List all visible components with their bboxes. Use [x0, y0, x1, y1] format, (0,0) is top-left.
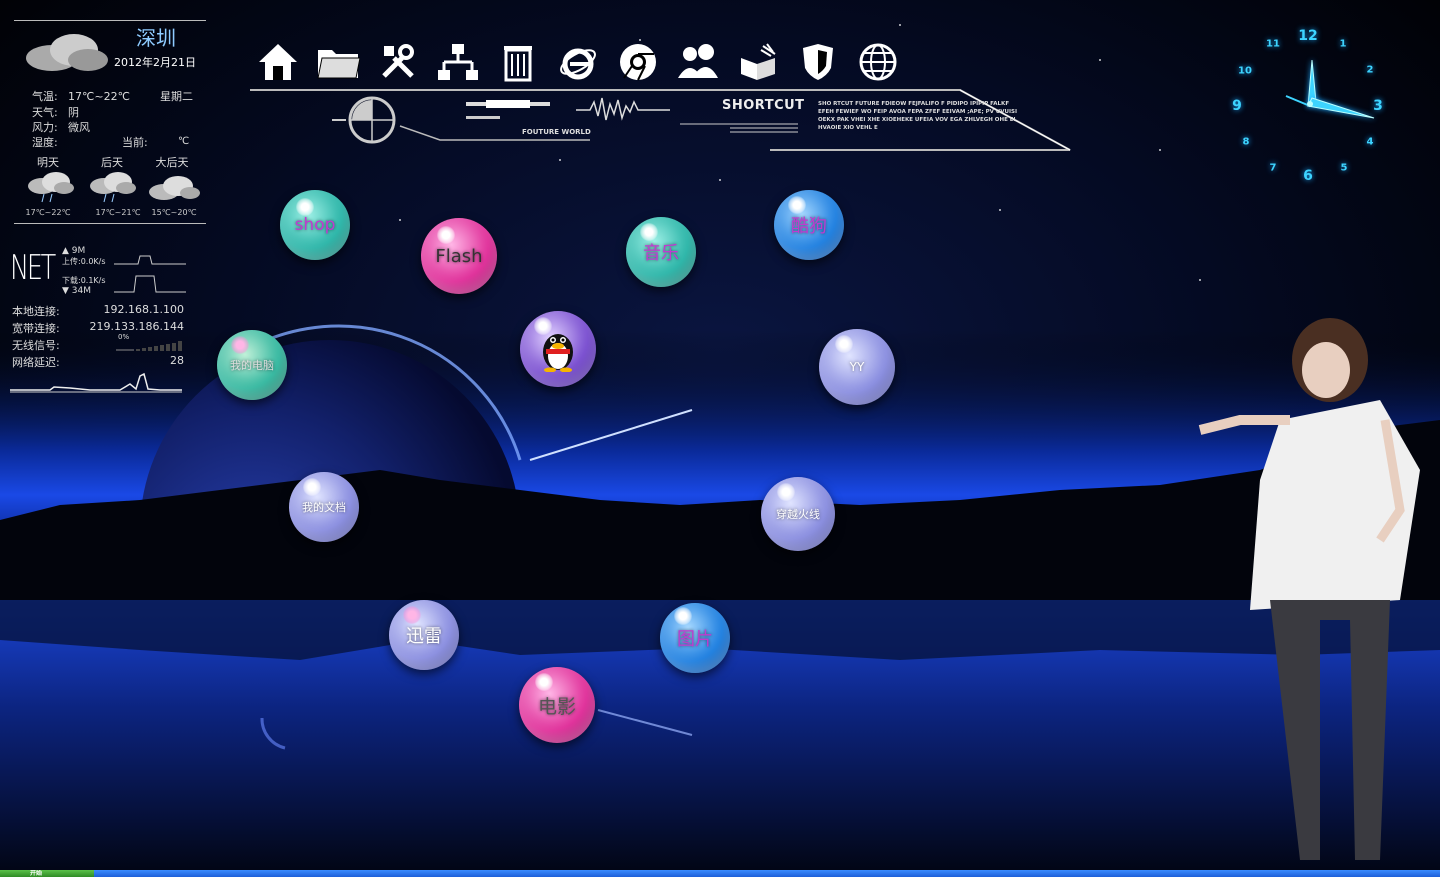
divider — [14, 223, 206, 224]
wireless-label: 无线信号: — [12, 339, 60, 352]
cloud-icon — [26, 34, 108, 71]
bubble-label: 迅雷 — [406, 626, 442, 647]
wireless-value: 0% — [118, 333, 130, 341]
folder-icon[interactable] — [316, 40, 360, 84]
download-speed: 下载:0.1K/s — [62, 276, 106, 285]
signal-bars — [116, 341, 182, 351]
weekday: 星期二 — [160, 90, 193, 103]
weather-widget: 深圳 2012年2月21日 气温: 17℃~22℃ 星期二 天气: 阴 风力: 微风 … — [14, 18, 206, 226]
forecast-temp: 17℃~22℃ — [25, 208, 71, 217]
shield-icon[interactable] — [796, 40, 840, 84]
weather-value: 阴 — [68, 106, 79, 119]
bubble-label: 酷狗 — [791, 216, 827, 237]
bubble-label: 电影 — [537, 695, 576, 718]
shortcut-label: SHORTCUT — [722, 98, 805, 113]
net-row: 网络延迟: 28 — [12, 354, 184, 370]
current-label: 当前: — [122, 136, 148, 149]
bubble-pictures[interactable]: 图片 — [660, 603, 730, 673]
net-row: 本地连接: 192.168.1.100 — [12, 303, 184, 319]
clock-hands — [1285, 59, 1375, 119]
bubble-label: shop — [294, 215, 336, 235]
date-text: 2012年2月21日 — [114, 56, 196, 69]
trash-icon[interactable] — [496, 40, 540, 84]
bubble-shop[interactable]: shop — [280, 190, 350, 260]
divider — [14, 20, 206, 21]
bubble-label: Flash — [435, 245, 483, 267]
net-logo: NET — [10, 248, 56, 288]
broadband-value: 219.133.186.144 — [89, 320, 184, 333]
cloud-icon — [149, 176, 200, 200]
ie-icon[interactable] — [556, 40, 600, 84]
chrome-icon[interactable] — [616, 40, 660, 84]
bubble-my-documents[interactable]: 我的文档 — [289, 472, 359, 542]
bubble-crossfire[interactable]: 穿越火线 — [761, 477, 835, 551]
home-icon[interactable] — [256, 40, 300, 84]
upload-speed: 上传:0.0K/s — [62, 257, 106, 266]
forecast-temp: 17℃~21℃ — [95, 208, 141, 217]
rain-cloud-icon — [90, 172, 136, 203]
traffic-graph — [114, 255, 186, 293]
users-icon[interactable] — [676, 40, 720, 84]
humidity-label: 湿度: — [32, 136, 58, 149]
bubble-kugou[interactable]: 酷狗 — [774, 190, 844, 260]
bubble-qq[interactable] — [520, 311, 596, 387]
bubble-label: 图片 — [677, 629, 713, 650]
bubble-label: 音乐 — [643, 243, 679, 264]
globe-icon[interactable] — [856, 40, 900, 84]
bubble-label: YY — [849, 360, 865, 374]
hud-decoration: SHORTCUT FOUTURE WORLD SHO RTCUT FUTURE … — [250, 88, 1080, 158]
future-world-label: FOUTURE WORLD — [522, 128, 591, 136]
temp-label: 气温: — [32, 90, 58, 103]
qq-penguin-icon — [543, 334, 573, 372]
weather-row: 湿度: — [32, 134, 68, 150]
bubble-music[interactable]: 音乐 — [626, 217, 696, 287]
upload-max: ▲ 9M — [62, 246, 86, 256]
rain-cloud-icon — [28, 172, 74, 203]
bubble-label: 穿越火线 — [776, 508, 820, 521]
broadband-label: 宽带连接: — [12, 322, 60, 335]
weather-row: 天气: 阴 — [32, 104, 79, 120]
bubble-flash[interactable]: Flash — [421, 218, 497, 294]
network-monitor-widget: NET ▲ 9M 上传:0.0K/s 下载:0.1K/s ▼ 34M 本地连接:… — [10, 246, 186, 396]
net-row: 无线信号: 0% — [12, 333, 184, 353]
wind-value: 微风 — [68, 121, 90, 134]
bubble-movies[interactable]: 电影 — [519, 667, 595, 743]
taskbar — [0, 870, 1440, 877]
weather-row: 气温: 17℃~22℃ — [32, 88, 130, 104]
download-max: ▼ 34M — [62, 286, 92, 296]
down-max-value: 34M — [71, 286, 92, 296]
temp-value: 17℃~22℃ — [68, 90, 130, 103]
hud-micro-text: SHO RTCUT FUTURE FDIEOW FEJFALIFO F PIDI… — [818, 101, 1018, 131]
bubble-xunlei[interactable]: 迅雷 — [389, 600, 459, 670]
analog-clock-widget: 12 1 2 3 4 5 6 7 8 9 10 11 — [1230, 22, 1390, 192]
local-conn-value: 192.168.1.100 — [103, 303, 184, 316]
bubble-label: 我的文档 — [302, 501, 346, 514]
network-icon[interactable] — [436, 40, 480, 84]
latency-label: 网络延迟: — [12, 356, 60, 369]
wind-label: 风力: — [32, 121, 58, 134]
latency-value: 28 — [170, 354, 184, 367]
box-icon[interactable] — [736, 40, 780, 84]
start-button[interactable]: 开始 — [0, 870, 94, 877]
forecast-day: 大后天 — [155, 156, 189, 169]
bubble-yy[interactable]: YY — [819, 329, 895, 405]
weather-row: 风力: 微风 — [32, 119, 90, 135]
city-name: 深圳 — [136, 26, 176, 50]
local-conn-label: 本地连接: — [12, 305, 60, 318]
latency-graph — [10, 372, 182, 393]
start-label: 开始 — [30, 870, 43, 877]
weather-label: 天气: — [32, 106, 58, 119]
bubble-label: 我的电脑 — [230, 359, 274, 372]
forecast-temp: 15℃~20℃ — [151, 208, 197, 217]
current-unit: ℃ — [178, 136, 190, 147]
up-max-value: 9M — [71, 246, 86, 256]
tools-icon[interactable] — [376, 40, 420, 84]
bubble-my-computer[interactable]: 我的电脑 — [217, 330, 287, 400]
forecast-day: 后天 — [101, 156, 123, 169]
net-row: 宽带连接: 219.133.186.144 — [12, 320, 184, 336]
forecast-day: 明天 — [37, 156, 59, 169]
